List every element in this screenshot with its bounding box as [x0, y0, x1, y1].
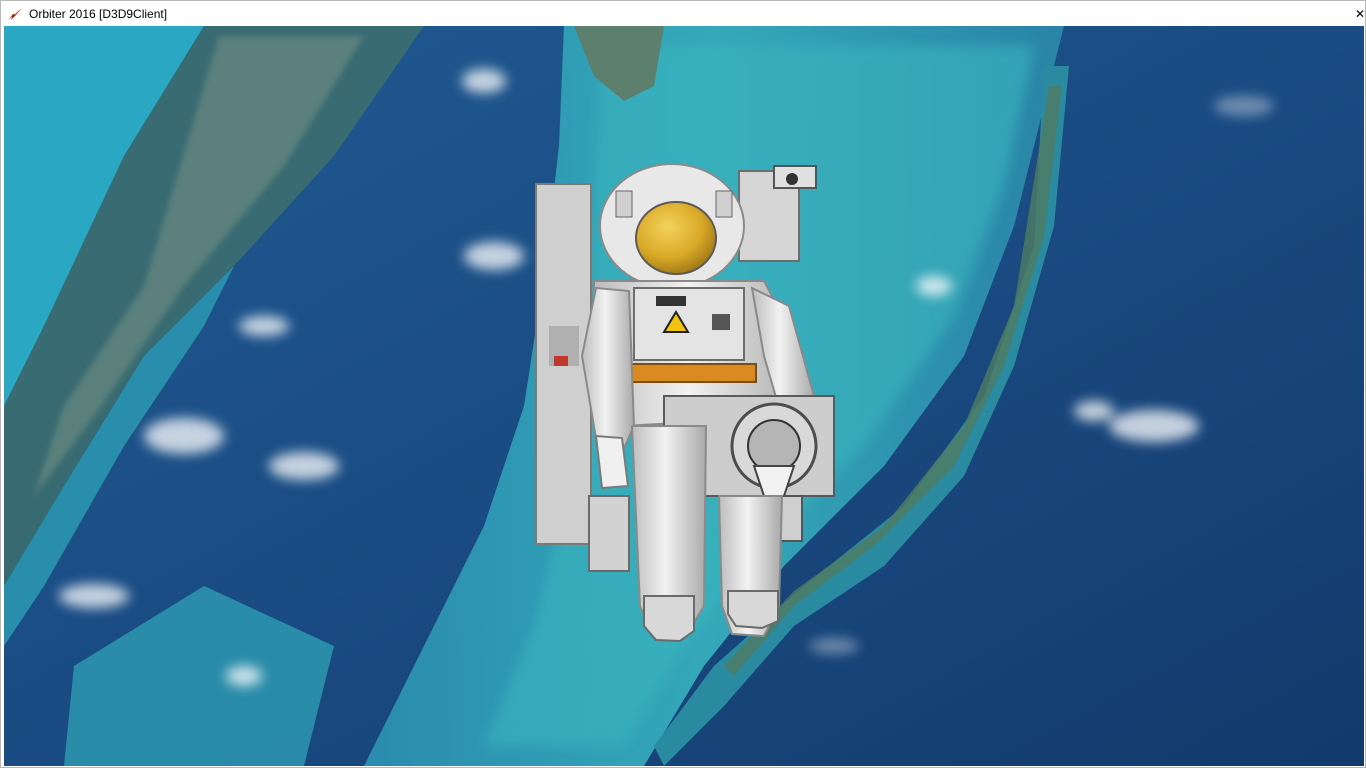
- left-glove: [594, 434, 630, 490]
- close-icon[interactable]: ✕: [1355, 1, 1365, 26]
- orbiter-app-icon[interactable]: [7, 6, 23, 22]
- visor: [635, 201, 717, 275]
- window-title: Orbiter 2016 [D3D9Client]: [29, 6, 168, 21]
- waist-ring: [621, 363, 757, 383]
- 3d-viewport[interactable]: [4, 26, 1364, 766]
- orbiter-window: Orbiter 2016 [D3D9Client] ✕: [0, 0, 1366, 768]
- earth-scene: [4, 26, 1364, 766]
- title-bar[interactable]: Orbiter 2016 [D3D9Client] ✕: [1, 1, 1365, 26]
